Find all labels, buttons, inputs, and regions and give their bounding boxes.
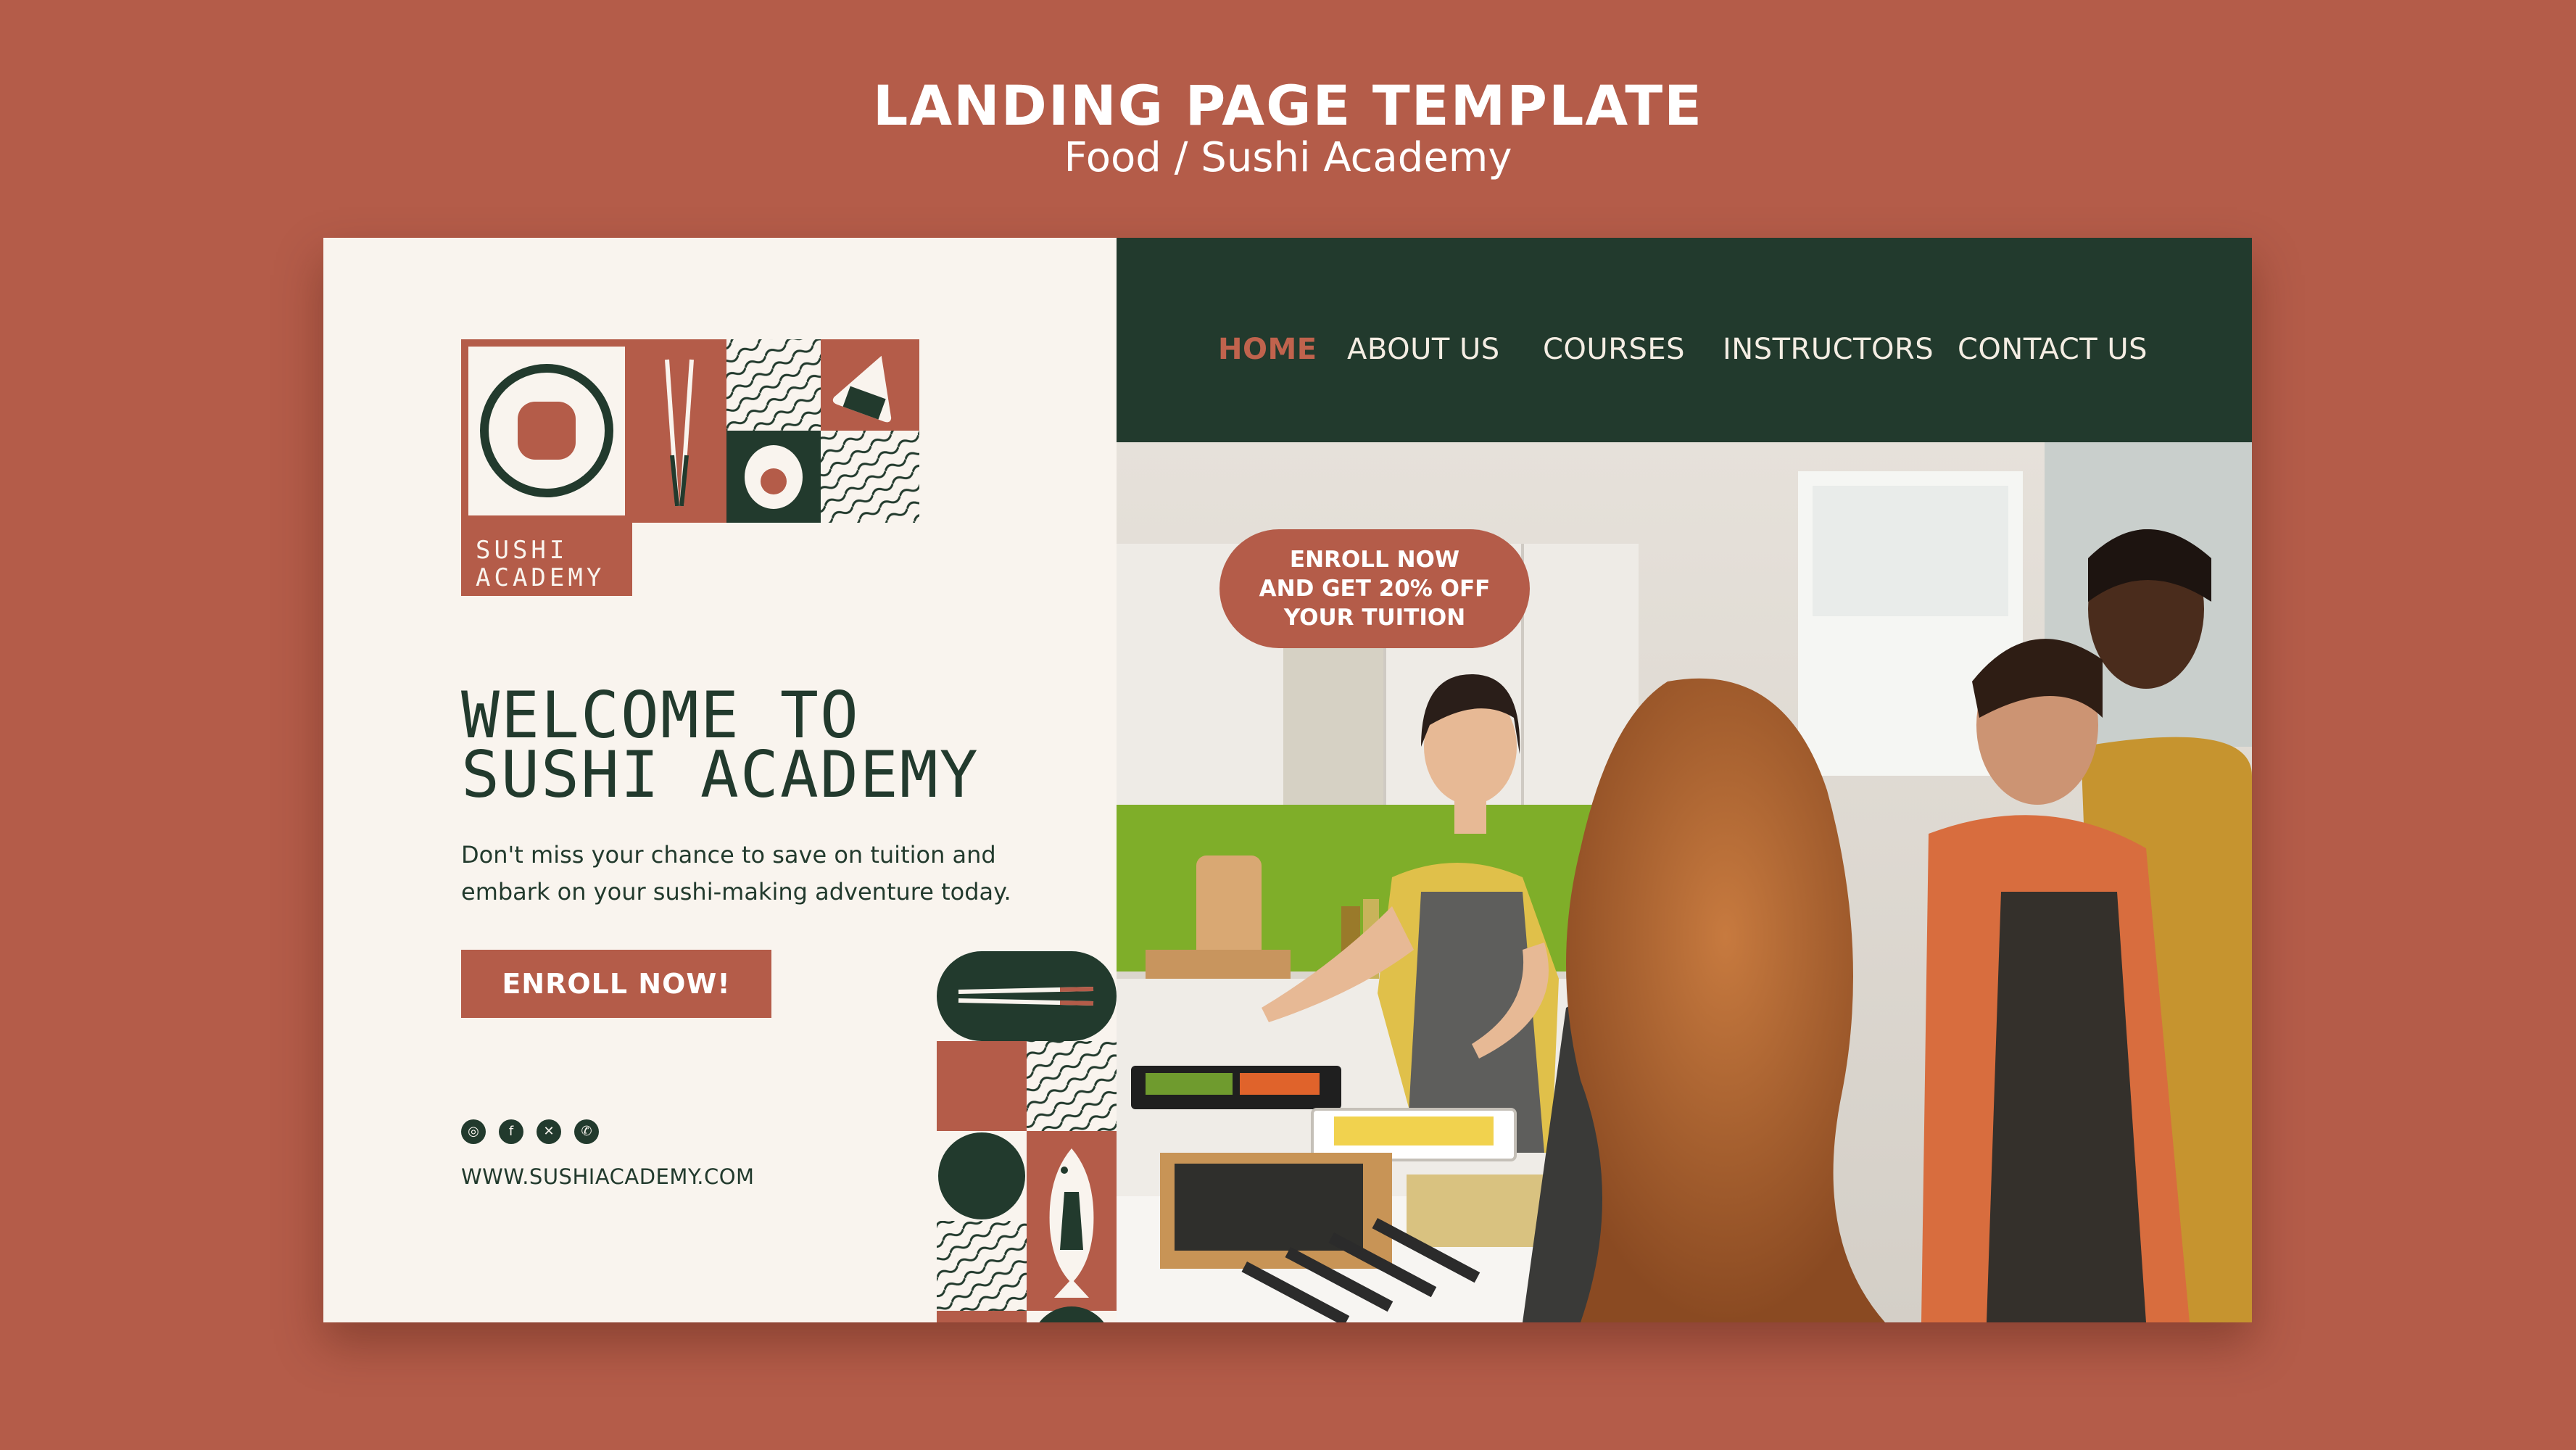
page-title: LANDING PAGE TEMPLATE bbox=[872, 73, 1704, 138]
nav-instructors[interactable]: INSTRUCTORS bbox=[1723, 335, 1934, 364]
hero-title: WELCOME TO SUSHI ACADEMY bbox=[461, 678, 1085, 812]
promo-line1: ENROLL NOW bbox=[1289, 547, 1460, 573]
promo-line2: AND GET 20% OFF bbox=[1259, 576, 1491, 602]
hero-description-line1: Don't miss your chance to save on tuitio… bbox=[461, 841, 996, 869]
logo-text-sushi: SUSHI bbox=[476, 536, 568, 565]
egg-icon bbox=[745, 445, 803, 509]
landing-card: SUSHI ACADEMY WELCOME TO SUSHI ACADEMY D… bbox=[323, 238, 2252, 1322]
instagram-icon[interactable]: ◎ bbox=[461, 1119, 486, 1144]
left-panel: SUSHI ACADEMY WELCOME TO SUSHI ACADEMY D… bbox=[323, 238, 1117, 1322]
logo-text-academy: ACADEMY bbox=[476, 563, 605, 592]
page-subtitle: Food / Sushi Academy bbox=[1064, 134, 1512, 181]
facebook-icon[interactable]: f bbox=[499, 1119, 523, 1144]
hero-title-line2: SUSHI ACADEMY bbox=[461, 737, 980, 812]
whatsapp-icon[interactable]: ✆ bbox=[574, 1119, 599, 1144]
promo-badge[interactable]: ENROLL NOW AND GET 20% OFF YOUR TUITION bbox=[1219, 529, 1530, 648]
enroll-now-button[interactable]: ENROLL NOW! bbox=[461, 950, 771, 1018]
promo-line3: YOUR TUITION bbox=[1283, 605, 1466, 631]
logo[interactable]: SUSHI ACADEMY bbox=[461, 339, 919, 596]
nav-bar: HOME ABOUT US COURSES INSTRUCTORS CONTAC… bbox=[1117, 238, 2252, 442]
decorative-mosaic bbox=[937, 951, 1117, 1322]
nav-courses[interactable]: COURSES bbox=[1543, 335, 1685, 364]
right-panel: HOME ABOUT US COURSES INSTRUCTORS CONTAC… bbox=[1117, 238, 2252, 1322]
nav-contact-us[interactable]: CONTACT US bbox=[1958, 335, 2148, 364]
nav-about-us[interactable]: ABOUT US bbox=[1347, 335, 1500, 364]
nav-home[interactable]: HOME bbox=[1218, 335, 1317, 364]
hero-description-line2: embark on your sushi-making adventure to… bbox=[461, 878, 1011, 906]
x-icon[interactable]: ✕ bbox=[537, 1119, 561, 1144]
hero-title-line1: WELCOME TO bbox=[461, 678, 860, 753]
hero-description: Don't miss your chance to save on tuitio… bbox=[461, 837, 1012, 911]
website-url[interactable]: WWW.SUSHIACADEMY.COM bbox=[461, 1164, 755, 1189]
